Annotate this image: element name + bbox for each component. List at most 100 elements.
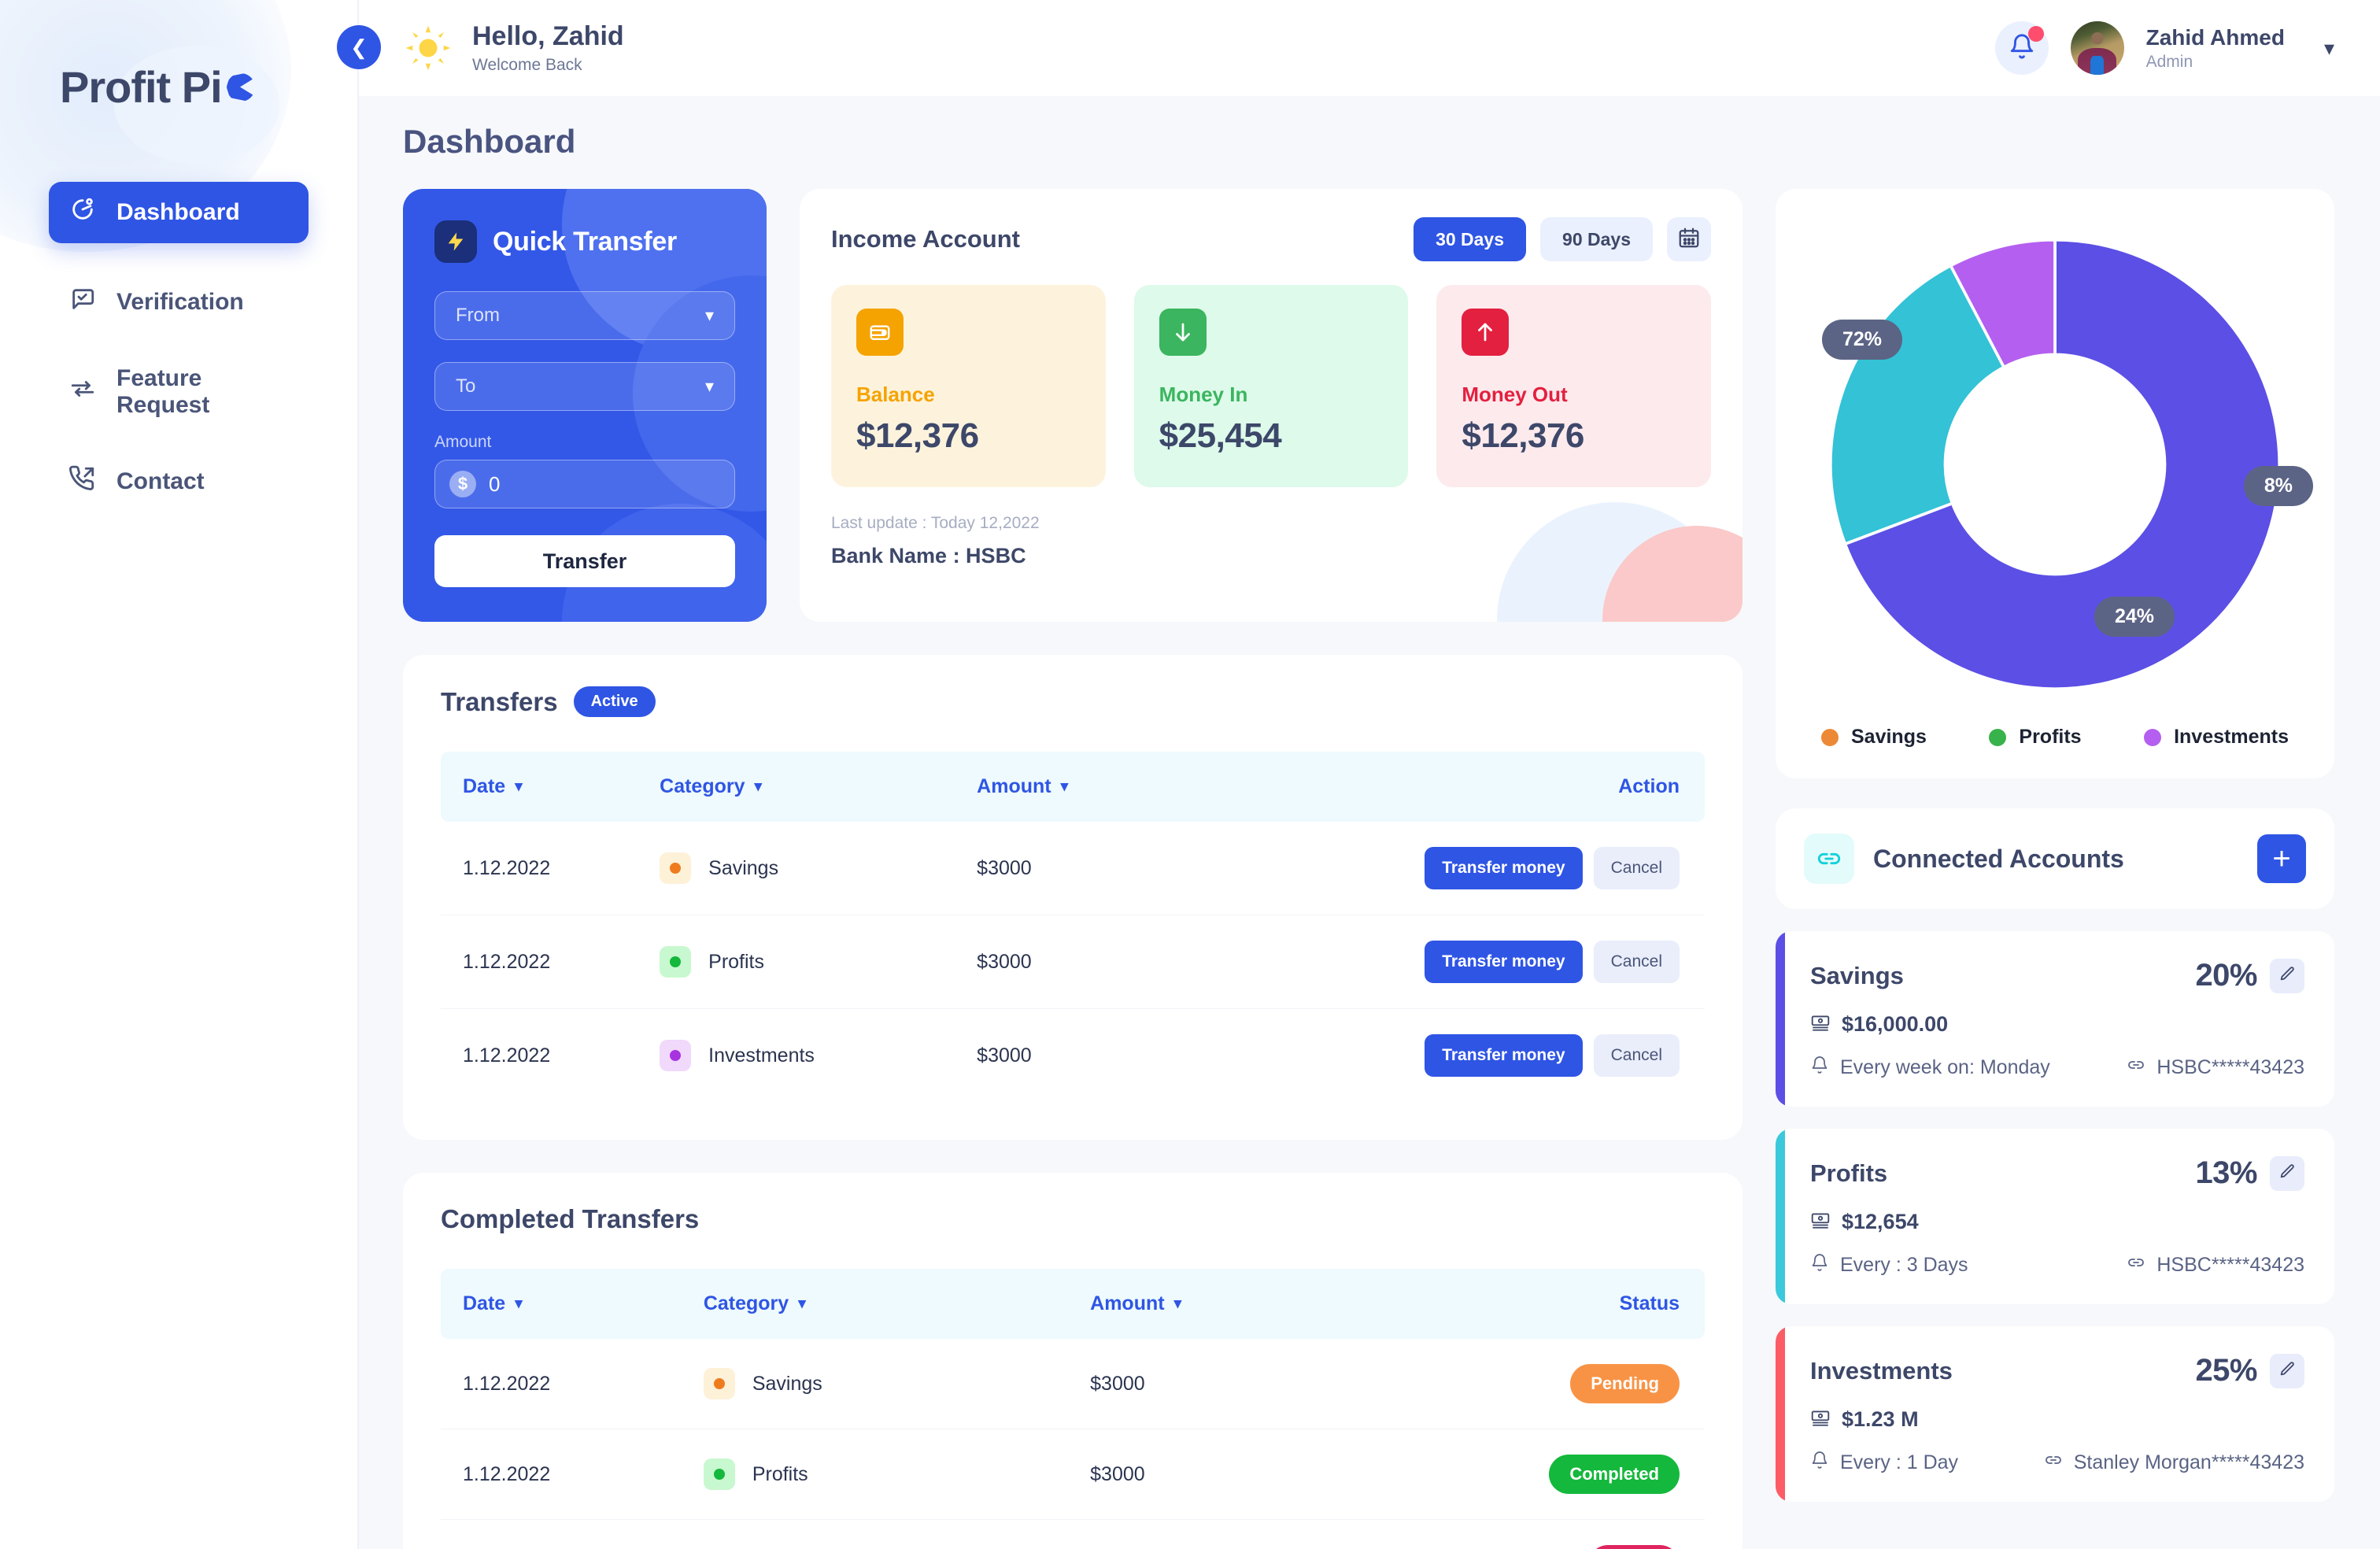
cancel-button[interactable]: Cancel — [1593, 847, 1680, 889]
account-bank: Stanley Morgan*****43423 — [2073, 1451, 2304, 1473]
stat-money-out: Money Out $12,376 — [1436, 285, 1712, 487]
edit-account-button[interactable] — [2270, 958, 2304, 993]
stat-value: $25,454 — [1159, 416, 1282, 455]
add-account-button[interactable]: + — [2257, 834, 2306, 883]
connected-account-profits[interactable]: Profits 13% $12,654 Every: 3 Days HSBC*… — [1776, 1129, 2334, 1304]
transfer-to-value: To — [456, 375, 476, 397]
amount-input[interactable]: $ 0 — [434, 460, 735, 508]
notifications-button[interactable] — [1994, 21, 2049, 75]
sun-icon — [403, 23, 453, 73]
chevron-down-icon: ▾ — [1173, 1296, 1182, 1312]
range-30-days-button[interactable]: 30 Days — [1414, 217, 1527, 261]
calendar-button[interactable] — [1667, 217, 1711, 261]
transfers-card: Transfers Active Date ▾ Category ▾ Amount ▾… — [403, 655, 1743, 1140]
dashboard-columns: Quick Transfer From ▾ To ▾ Amount $ 0 Tr… — [403, 189, 2334, 1549]
pencil-icon — [2278, 966, 2296, 985]
cancel-button[interactable]: Cancel — [1593, 1034, 1680, 1077]
chevron-down-icon[interactable]: ▾ — [2324, 36, 2334, 61]
account-name: Profits — [1810, 1159, 1888, 1187]
account-schedule: Every : 1 Day — [1840, 1451, 1959, 1473]
app-root: Profit Pi Dashboard Verification Feature… — [0, 0, 2380, 1549]
account-accent-bar — [1776, 1326, 1785, 1502]
column-header-amount[interactable]: Amount ▾ — [958, 752, 1159, 822]
table-row: 1.12.2022 Investments $3000 — [441, 1009, 1705, 1103]
sidebar-item-dashboard[interactable]: Dashboard — [49, 182, 309, 243]
donut-chart: 72% 8% 24% — [1811, 220, 2313, 708]
link-icon — [2127, 1055, 2145, 1080]
sidebar-item-verification[interactable]: Verification — [49, 272, 309, 333]
amount-value: 0 — [489, 471, 501, 496]
sidebar-item-label: Verification — [116, 289, 244, 315]
category-chip — [703, 1458, 735, 1490]
edit-account-button[interactable] — [2270, 1155, 2304, 1191]
donut-label-profits: 24% — [2094, 597, 2175, 637]
connected-account-savings[interactable]: Savings 20% $16,000.00 Every week on: Mo… — [1776, 931, 2334, 1107]
transfer-money-button[interactable]: Transfer money — [1425, 1034, 1583, 1077]
cell-date: 1.12.2022 — [441, 1520, 685, 1549]
completed-transfers-card: Completed Transfers Date ▾ Category ▾ Amou… — [403, 1173, 1743, 1549]
income-stats: Balance $12,376 Money In $25,454 Money O… — [831, 285, 1712, 487]
category-chip — [660, 946, 692, 978]
account-bank: HSBC*****43423 — [2156, 1254, 2304, 1276]
account-accent-bar — [1776, 931, 1785, 1107]
edit-account-button[interactable] — [2270, 1353, 2304, 1388]
banknote-icon — [1810, 1210, 1831, 1234]
table-row: 1.12.2022 Investments $3000 — [441, 1520, 1705, 1549]
cell-amount: $3000 — [1090, 1462, 1145, 1485]
connected-account-investments[interactable]: Investments 25% $1.23 M Every: 1 Day St… — [1776, 1326, 2334, 1502]
transfers-header: Transfers Active — [441, 686, 1705, 717]
brand-logo[interactable]: Profit Pi — [0, 0, 357, 113]
cancel-button[interactable]: Cancel — [1593, 941, 1680, 983]
column-header-date[interactable]: Date ▾ — [441, 752, 641, 822]
cell-category: Investments — [685, 1520, 1071, 1549]
chevron-down-icon: ▾ — [515, 778, 523, 795]
transfer-from-select[interactable]: From ▾ — [434, 291, 735, 340]
connected-accounts-header: Connected Accounts + — [1776, 808, 2334, 909]
brand-name: Profit Pi — [60, 62, 223, 112]
transfer-money-button[interactable]: Transfer money — [1425, 941, 1583, 983]
account-name: Investments — [1810, 1356, 1953, 1384]
user-info[interactable]: Zahid Ahmed Admin — [2146, 24, 2285, 72]
sidebar-item-feature-request[interactable]: Feature Request — [49, 361, 309, 423]
top-row: Quick Transfer From ▾ To ▾ Amount $ 0 Tr… — [403, 189, 1743, 622]
legend-item-investments: Investments — [2144, 726, 2289, 749]
transfer-money-button[interactable]: Transfer money — [1425, 847, 1583, 889]
status-badge: Active — [573, 686, 656, 717]
completed-transfers-title: Completed Transfers — [441, 1204, 700, 1233]
category-label: Profits — [752, 1462, 808, 1485]
arrow-down-icon — [1159, 309, 1207, 356]
column-header-amount[interactable]: Amount ▾ — [1071, 1269, 1316, 1339]
chevron-down-icon: ▾ — [754, 778, 763, 795]
account-schedule: Every : 3 Days — [1840, 1254, 1968, 1276]
pie-chart-icon — [69, 196, 96, 229]
pacman-icon — [226, 72, 255, 102]
cell-category: Savings — [641, 822, 958, 915]
avatar[interactable] — [2070, 21, 2124, 75]
sidebar-item-label: Dashboard — [116, 199, 240, 225]
stat-label: Balance — [856, 383, 935, 406]
user-role: Admin — [2145, 52, 2193, 71]
table-row: 1.12.2022 Savings $3000 — [441, 1339, 1705, 1429]
legend-item-profits: Profits — [1989, 726, 2082, 749]
cell-date: 1.12.2022 — [463, 1372, 551, 1395]
transfer-to-select[interactable]: To ▾ — [434, 362, 735, 411]
bell-icon — [1810, 1451, 1829, 1475]
sidebar-item-contact[interactable]: Contact — [49, 451, 309, 512]
category-dot-icon — [670, 863, 682, 874]
link-icon — [2127, 1253, 2145, 1277]
column-header-category[interactable]: Category ▾ — [641, 752, 958, 822]
quick-transfer-header: Quick Transfer — [434, 220, 735, 263]
transfer-button[interactable]: Transfer — [434, 535, 735, 587]
category-label: Savings — [752, 1372, 822, 1395]
greeting-block: Hello, Zahid Welcome Back — [472, 21, 624, 74]
sidebar-collapse-button[interactable]: ❮ — [337, 25, 381, 69]
table-row: 1.12.2022 Profits $3000 — [441, 1429, 1705, 1520]
column-header-category[interactable]: Category ▾ — [685, 1269, 1071, 1339]
range-90-days-button[interactable]: 90 Days — [1540, 217, 1653, 261]
column-header-date[interactable]: Date ▾ — [441, 1269, 685, 1339]
wallet-icon — [856, 309, 904, 356]
category-dot-icon — [670, 956, 682, 967]
account-amount: $16,000.00 — [1842, 1012, 1949, 1036]
last-update-text: Last update : Today 12,2022 — [831, 514, 1040, 532]
account-schedule: Every week on: Monday — [1840, 1056, 2050, 1078]
